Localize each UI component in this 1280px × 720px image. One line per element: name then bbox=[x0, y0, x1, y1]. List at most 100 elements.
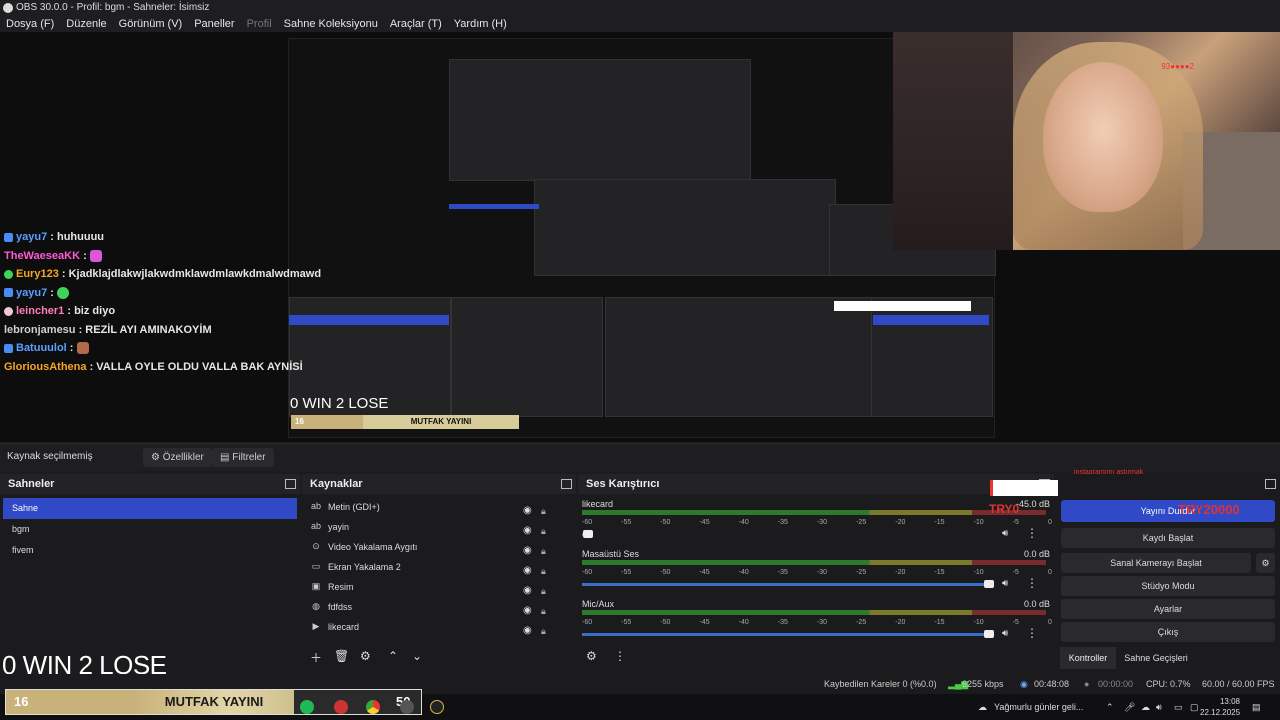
mixer-menu-icon[interactable]: ⋮ bbox=[614, 649, 626, 663]
undock-icon[interactable] bbox=[1265, 479, 1276, 489]
obs-taskbar-icon[interactable] bbox=[400, 700, 414, 714]
source-name: Metin (GDI+) bbox=[328, 502, 380, 512]
volume-slider[interactable] bbox=[582, 583, 992, 586]
move-up-icon[interactable]: ⌃ bbox=[388, 649, 398, 663]
scene-item[interactable]: bgm bbox=[3, 519, 297, 540]
no-source-label: Kaynak seçilmemiş bbox=[7, 451, 93, 462]
add-source-icon[interactable]: ＋ bbox=[310, 649, 322, 666]
notification-icon[interactable]: ▤ bbox=[1252, 694, 1261, 720]
undock-icon[interactable] bbox=[285, 479, 296, 489]
menu-help[interactable]: Yardım (H) bbox=[448, 16, 513, 32]
tab-controls[interactable]: Kontroller bbox=[1060, 647, 1116, 669]
visibility-eye-icon[interactable]: ◉ bbox=[523, 621, 532, 641]
nested-title: MUTFAK YAYINI bbox=[363, 415, 519, 429]
stream-icon: ◉ bbox=[1020, 679, 1028, 689]
remove-source-icon[interactable]: 🗑︎ bbox=[334, 649, 349, 663]
virtual-camera-settings-icon[interactable]: ⚙ bbox=[1256, 553, 1275, 573]
app-icon[interactable] bbox=[334, 700, 348, 714]
more-options-icon[interactable]: ⋮ bbox=[1026, 576, 1038, 590]
exit-button[interactable]: Çıkış bbox=[1061, 622, 1275, 642]
channel-db: 0.0 dB bbox=[1023, 549, 1050, 559]
record-time: 00:00:00 bbox=[1098, 679, 1134, 689]
chat-message: lebronjamesu : REZİL AYI AMINAKOYİM bbox=[0, 321, 300, 340]
scene-item[interactable]: fivem bbox=[3, 540, 297, 561]
camera-icon: ⊙ bbox=[312, 541, 320, 551]
chat-text: : bbox=[47, 286, 57, 299]
league-icon[interactable] bbox=[430, 700, 444, 714]
score-left: 16 bbox=[6, 690, 134, 714]
webcam-tag: 93●●●●2 bbox=[1161, 62, 1194, 71]
source-settings-icon[interactable]: ⚙ bbox=[360, 649, 371, 663]
source-item[interactable]: ▶ likecard ◉ 🔒︎ bbox=[302, 617, 576, 637]
stream-time: 00:48:08 bbox=[1034, 679, 1070, 689]
volume-slider-handle[interactable] bbox=[583, 530, 593, 538]
menu-view[interactable]: Görünüm (V) bbox=[113, 16, 189, 32]
source-item[interactable]: ⊙ Video Yakalama Aygıtı ◉ 🔒︎ bbox=[302, 537, 576, 557]
menu-docks[interactable]: Paneller bbox=[188, 16, 240, 32]
settings-button[interactable]: Ayarlar bbox=[1061, 599, 1275, 619]
lock-icon[interactable]: 🔒︎ bbox=[541, 621, 546, 641]
sources-dock: Kaynaklar ab Metin (GDI+) ◉ 🔒︎ ab yayin ◉ 🔒︎ ⊙… bbox=[302, 474, 576, 672]
source-item[interactable]: ◍ fdfdss ◉ 🔒︎ bbox=[302, 597, 576, 617]
volume-icon[interactable]: 🔊︎ bbox=[1156, 694, 1162, 720]
menu-bar: Dosya (F) Düzenle Görünüm (V) Paneller Profi… bbox=[0, 16, 1280, 32]
studio-mode-button[interactable]: Stüdyo Modu bbox=[1061, 576, 1275, 596]
speaker-icon[interactable]: 🔊︎ bbox=[1002, 628, 1008, 639]
tab-scene-transitions[interactable]: Sahne Geçişleri bbox=[1120, 647, 1192, 669]
filter-icon: ▤ bbox=[220, 452, 233, 463]
volume-slider[interactable] bbox=[582, 633, 992, 636]
bitrate: 6255 kbps bbox=[962, 679, 1004, 689]
webcam-feed: 93●●●●2 bbox=[893, 32, 1280, 250]
menu-scene-collection[interactable]: Sahne Koleksiyonu bbox=[278, 16, 384, 32]
source-item[interactable]: ab yayin ◉ 🔒︎ bbox=[302, 517, 576, 537]
mixer-header: Ses Karıştırıcı bbox=[578, 474, 1054, 494]
source-name: Resim bbox=[328, 582, 354, 592]
source-item[interactable]: ▣ Resim ◉ 🔒︎ bbox=[302, 577, 576, 597]
menu-tools[interactable]: Araçlar (T) bbox=[384, 16, 448, 32]
chrome-icon[interactable] bbox=[366, 700, 380, 714]
speaker-icon[interactable]: 🔊︎ bbox=[1002, 578, 1008, 589]
more-options-icon[interactable]: ⋮ bbox=[1026, 626, 1038, 640]
source-name: Ekran Yakalama 2 bbox=[328, 562, 401, 572]
preview-canvas[interactable]: 93●●●●2 yayu7 : huhuuuu TheWaeseaKK : Eu… bbox=[0, 32, 1280, 442]
volume-slider-handle[interactable] bbox=[984, 630, 994, 638]
chat-message: yayu7 : huhuuuu bbox=[0, 228, 300, 247]
weather-text[interactable]: Yağmurlu günler geli... bbox=[994, 694, 1083, 720]
chat-text: : REZİL AYI AMINAKOYİM bbox=[75, 323, 212, 336]
weather-icon[interactable]: ☁ bbox=[978, 694, 987, 720]
menu-edit[interactable]: Düzenle bbox=[60, 16, 112, 32]
fps: 60.00 / 60.00 FPS bbox=[1202, 679, 1275, 689]
more-options-icon[interactable]: ⋮ bbox=[1026, 526, 1038, 540]
mic-icon[interactable]: 🎤︎ bbox=[1124, 694, 1135, 720]
source-item[interactable]: ▭ Ekran Yakalama 2 ◉ 🔒︎ bbox=[302, 557, 576, 577]
speaker-icon[interactable]: 🔊︎ bbox=[1002, 528, 1008, 539]
mixer-channel: likecard -45.0 dB -60 -55 -50 -45 -40 -35 -30-… bbox=[578, 498, 1054, 548]
filters-button[interactable]: ▤ Filtreler bbox=[212, 448, 274, 467]
volume-slider-handle[interactable] bbox=[984, 580, 994, 588]
chat-badge-icon bbox=[4, 269, 13, 279]
source-item[interactable]: ab Metin (GDI+) ◉ 🔒︎ bbox=[302, 497, 576, 517]
move-down-icon[interactable]: ⌄ bbox=[412, 649, 422, 663]
try-label-left: TRY0 bbox=[989, 502, 1020, 516]
chevron-up-icon[interactable]: ⌃ bbox=[1106, 694, 1114, 720]
virtual-camera-button[interactable]: Sanal Kamerayı Başlat bbox=[1061, 553, 1251, 573]
clock[interactable]: 13:08 22.12.2025 bbox=[1200, 696, 1240, 718]
image-icon: ▣ bbox=[311, 581, 321, 591]
network-icon[interactable]: ☁ bbox=[1141, 694, 1150, 720]
undock-icon[interactable] bbox=[561, 479, 572, 489]
chat-user: GloriousAthena bbox=[4, 360, 87, 373]
stop-stream-button[interactable]: Yayını Durdur bbox=[1061, 500, 1275, 522]
nested-score-text: 0 WIN 2 LOSE bbox=[290, 395, 389, 412]
menu-file[interactable]: Dosya (F) bbox=[0, 16, 60, 32]
scene-item[interactable]: Sahne bbox=[3, 498, 297, 519]
start-recording-button[interactable]: Kaydı Başlat bbox=[1061, 528, 1275, 548]
battery-icon[interactable]: ▭ bbox=[1174, 694, 1183, 720]
channel-name: Masaüstü Ses bbox=[582, 549, 640, 559]
menu-profile[interactable]: Profil bbox=[241, 16, 278, 32]
advanced-audio-icon[interactable]: ⚙ bbox=[586, 649, 597, 663]
source-name: likecard bbox=[328, 622, 360, 632]
mixer-channel: Masaüstü Ses 0.0 dB -60 -55 -50 -45 -40 -35 -3… bbox=[578, 548, 1054, 598]
properties-button[interactable]: ⚙ Özellikler bbox=[143, 448, 212, 467]
display-icon[interactable]: ▢ bbox=[1190, 694, 1199, 720]
spotify-icon[interactable] bbox=[300, 700, 314, 714]
